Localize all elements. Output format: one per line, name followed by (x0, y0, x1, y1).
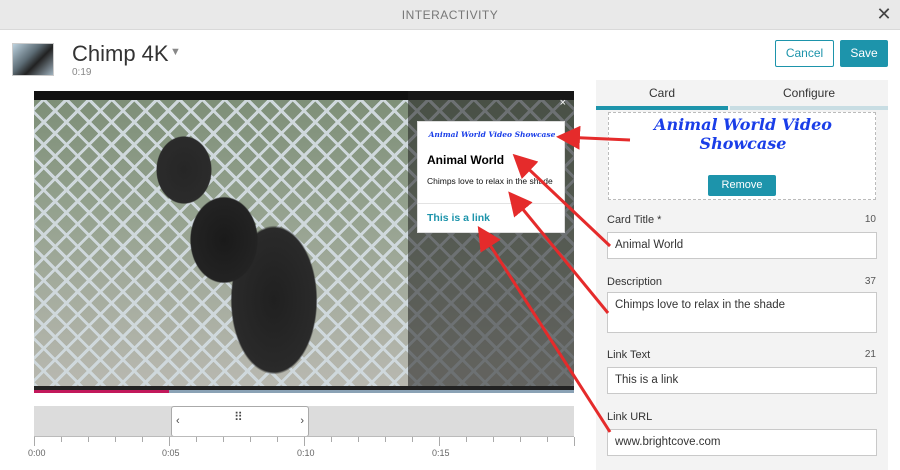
description-label: Description (607, 276, 663, 288)
timeline-tick (34, 437, 35, 446)
timeline-tick (277, 437, 278, 442)
card-banner-image: Animal World Video Showcase (428, 130, 556, 139)
link-text-count: 21 (864, 349, 876, 360)
timeline-tick (169, 437, 170, 446)
timeline-tick (250, 437, 251, 442)
timeline-tick (466, 437, 467, 442)
card-divider (418, 203, 566, 204)
timeline-tick (358, 437, 359, 442)
cancel-button[interactable]: Cancel (775, 40, 834, 67)
chevron-right-icon[interactable]: › (300, 415, 304, 427)
chevron-down-icon[interactable]: ▼ (170, 46, 181, 58)
link-text-input[interactable]: This is a link (607, 367, 877, 394)
link-url-input[interactable]: www.brightcove.com (607, 429, 877, 456)
playback-progress[interactable] (34, 390, 169, 393)
timeline-tick (385, 437, 386, 442)
card-settings-panel: Card Configure Animal World Video Showca… (596, 80, 888, 470)
timeline-range-handle[interactable]: ‹ ⠿ › (171, 406, 309, 437)
description-textarea[interactable]: Chimps love to relax in the shade (607, 292, 877, 333)
card-preview-title: Animal World (427, 153, 505, 167)
modal-title: INTERACTIVITY (401, 8, 499, 22)
modal-titlebar: INTERACTIVITY ✕ (0, 0, 900, 30)
card-title-count: 10 (864, 214, 876, 225)
video-thumbnail (12, 43, 54, 76)
timeline-tick (196, 437, 197, 442)
description-count: 37 (864, 276, 876, 287)
tab-card[interactable]: Card (596, 80, 728, 110)
timeline-tick (439, 437, 440, 446)
timeline-label: 0:05 (162, 448, 180, 458)
close-icon[interactable]: ✕ (874, 4, 894, 24)
save-button[interactable]: Save (840, 40, 888, 67)
timeline-tick (412, 437, 413, 442)
timeline-tick (331, 437, 332, 442)
card-title-input[interactable]: Animal World (607, 232, 877, 259)
timeline-tick (547, 437, 548, 442)
timeline-tick (493, 437, 494, 442)
video-title: Chimp 4K (72, 41, 169, 66)
playback-remaining (169, 390, 574, 393)
card-close-icon[interactable]: × (560, 97, 566, 109)
timeline-label: 0:15 (432, 448, 450, 458)
timeline-tick (574, 437, 575, 446)
card-image-banner: Animal World Video Showcase (654, 115, 832, 153)
timeline-label: 0:10 (297, 448, 315, 458)
timeline-tick (142, 437, 143, 442)
remove-image-button[interactable]: Remove (708, 175, 776, 196)
timeline-tick (520, 437, 521, 442)
timeline-tick (115, 437, 116, 442)
timeline-label: 0:00 (28, 448, 46, 458)
chevron-left-icon[interactable]: ‹ (176, 415, 180, 427)
card-preview-description: Chimps love to relax in the shade (427, 176, 553, 186)
drag-grip-icon[interactable]: ⠿ (234, 411, 243, 423)
link-text-label: Link Text (607, 349, 651, 361)
card-preview[interactable]: Animal World Video Showcase Animal World… (417, 121, 566, 233)
tab-configure[interactable]: Configure (730, 80, 888, 110)
video-duration: 0:19 (72, 67, 92, 78)
card-preview-link[interactable]: This is a link (427, 212, 490, 224)
timeline-tick (223, 437, 224, 442)
timeline-tick (88, 437, 89, 442)
link-url-label: Link URL (607, 411, 653, 423)
card-title-label: Card Title * (607, 214, 662, 226)
timeline-tick (61, 437, 62, 442)
timeline-tick (304, 437, 305, 446)
timeline-ruler (34, 436, 575, 446)
